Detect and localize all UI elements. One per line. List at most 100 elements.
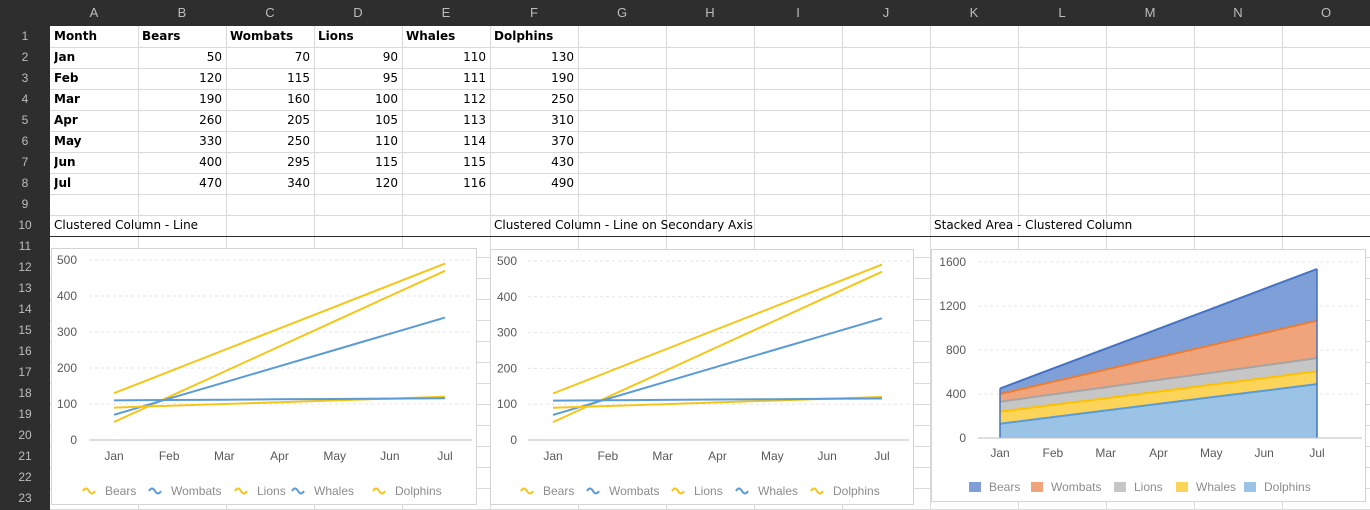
row-header-18[interactable]: 18	[0, 383, 50, 404]
month-cell[interactable]: Feb	[54, 68, 134, 89]
clustered-column-line-chart[interactable]: 0 100 200 300 400 500 Jan Feb Mar Apr May Jun Jul Bea…	[51, 248, 477, 505]
value-cell[interactable]: 112	[406, 89, 486, 110]
value-cell[interactable]: 310	[494, 110, 574, 131]
column-header-I[interactable]: I	[754, 0, 842, 26]
value-cell[interactable]: 115	[406, 152, 486, 173]
header-cell[interactable]: Dolphins	[494, 26, 574, 47]
header-cell[interactable]: Wombats	[230, 26, 310, 47]
spreadsheet[interactable]: ABCDEFGHIJKLMNO 1 2 3 4 5 6 7 8 9 10 11 12 13 14 15 16 1…	[0, 0, 1370, 510]
row-header-9[interactable]: 9	[0, 194, 50, 215]
column-header-M[interactable]: M	[1106, 0, 1194, 26]
chart3-label-cell[interactable]: Stacked Area - Clustered Column	[934, 215, 1364, 236]
value-cell[interactable]: 340	[230, 173, 310, 194]
row-header-12[interactable]: 12	[0, 257, 50, 278]
month-cell[interactable]: Mar	[54, 89, 134, 110]
legend-swatch-icon	[148, 487, 162, 495]
month-cell[interactable]: Jul	[54, 173, 134, 194]
stacked-area-chart[interactable]: 0 400 800 1200 1600 Jan Feb Mar Apr May Jun Jul Bear…	[931, 249, 1366, 502]
header-cell[interactable]: Bears	[142, 26, 222, 47]
value-cell[interactable]: 50	[142, 47, 222, 68]
value-cell[interactable]: 116	[406, 173, 486, 194]
secondary-axis-line-chart[interactable]: 0 100 200 300 400 500 Jan Feb Mar Apr May Jun Jul Bea…	[490, 249, 914, 505]
row-header-22[interactable]: 22	[0, 467, 50, 488]
value-cell[interactable]: 120	[318, 173, 398, 194]
row-header-21[interactable]: 21	[0, 446, 50, 467]
value-cell[interactable]: 110	[406, 47, 486, 68]
column-header-C[interactable]: C	[226, 0, 314, 26]
row-header-16[interactable]: 16	[0, 341, 50, 362]
chart2-svg: 0 100 200 300 400 500 Jan Feb Mar Apr May Jun Jul Bea…	[497, 254, 909, 498]
column-header-F[interactable]: F	[490, 0, 578, 26]
row-header-11[interactable]: 11	[0, 236, 50, 257]
column-header-H[interactable]: H	[666, 0, 754, 26]
value-cell[interactable]: 130	[494, 47, 574, 68]
month-cell[interactable]: Jan	[54, 47, 134, 68]
chart2-label-cell[interactable]: Clustered Column - Line on Secondary Axi…	[494, 215, 924, 236]
month-cell[interactable]: May	[54, 131, 134, 152]
row-header-6[interactable]: 6	[0, 131, 50, 152]
column-header-N[interactable]: N	[1194, 0, 1282, 26]
value-cell[interactable]: 111	[406, 68, 486, 89]
legend-label: Whales	[758, 484, 798, 498]
value-cell[interactable]: 95	[318, 68, 398, 89]
row-header-13[interactable]: 13	[0, 278, 50, 299]
value-cell[interactable]: 90	[318, 47, 398, 68]
column-header-G[interactable]: G	[578, 0, 666, 26]
header-cell[interactable]: Lions	[318, 26, 398, 47]
column-header-L[interactable]: L	[1018, 0, 1106, 26]
row-header-5[interactable]: 5	[0, 110, 50, 131]
month-cell[interactable]: Jun	[54, 152, 134, 173]
value-cell[interactable]: 250	[230, 131, 310, 152]
column-header-J[interactable]: J	[842, 0, 930, 26]
value-cell[interactable]: 430	[494, 152, 574, 173]
column-header-O[interactable]: O	[1282, 0, 1370, 26]
series-line-dolphins	[113, 262, 446, 395]
value-cell[interactable]: 115	[318, 152, 398, 173]
value-cell[interactable]: 120	[142, 68, 222, 89]
column-header-D[interactable]: D	[314, 0, 402, 26]
header-cell[interactable]: Month	[54, 26, 134, 47]
value-cell[interactable]: 113	[406, 110, 486, 131]
row-header-19[interactable]: 19	[0, 404, 50, 425]
row-header-17[interactable]: 17	[0, 362, 50, 383]
row-header-1[interactable]: 1	[0, 26, 50, 47]
column-header-K[interactable]: K	[930, 0, 1018, 26]
value-cell[interactable]: 190	[494, 68, 574, 89]
value-cell[interactable]: 490	[494, 173, 574, 194]
value-cell[interactable]: 330	[142, 131, 222, 152]
legend-swatch-icon	[1244, 482, 1256, 492]
value-cell[interactable]: 370	[494, 131, 574, 152]
column-header-E[interactable]: E	[402, 0, 490, 26]
row-header-3[interactable]: 3	[0, 68, 50, 89]
value-cell[interactable]: 114	[406, 131, 486, 152]
row-header-2[interactable]: 2	[0, 47, 50, 68]
row-header-10[interactable]: 10	[0, 215, 50, 236]
value-cell[interactable]: 100	[318, 89, 398, 110]
value-cell[interactable]: 400	[142, 152, 222, 173]
row-header-23[interactable]: 23	[0, 488, 50, 509]
chart1-label-cell[interactable]: Clustered Column - Line	[54, 215, 484, 236]
row-header-7[interactable]: 7	[0, 152, 50, 173]
row-header-15[interactable]: 15	[0, 320, 50, 341]
value-cell[interactable]: 160	[230, 89, 310, 110]
value-cell[interactable]: 70	[230, 47, 310, 68]
row-header-14[interactable]: 14	[0, 299, 50, 320]
y-tick-label: 300	[57, 325, 77, 339]
value-cell[interactable]: 295	[230, 152, 310, 173]
value-cell[interactable]: 110	[318, 131, 398, 152]
row-header-8[interactable]: 8	[0, 173, 50, 194]
column-header-B[interactable]: B	[138, 0, 226, 26]
row-header-20[interactable]: 20	[0, 425, 50, 446]
value-cell[interactable]: 260	[142, 110, 222, 131]
value-cell[interactable]: 105	[318, 110, 398, 131]
series-line-dolphins	[552, 263, 883, 395]
month-cell[interactable]: Apr	[54, 110, 134, 131]
value-cell[interactable]: 250	[494, 89, 574, 110]
value-cell[interactable]: 205	[230, 110, 310, 131]
value-cell[interactable]: 470	[142, 173, 222, 194]
header-cell[interactable]: Whales	[406, 26, 486, 47]
row-header-4[interactable]: 4	[0, 89, 50, 110]
column-header-A[interactable]: A	[50, 0, 138, 26]
value-cell[interactable]: 115	[230, 68, 310, 89]
value-cell[interactable]: 190	[142, 89, 222, 110]
